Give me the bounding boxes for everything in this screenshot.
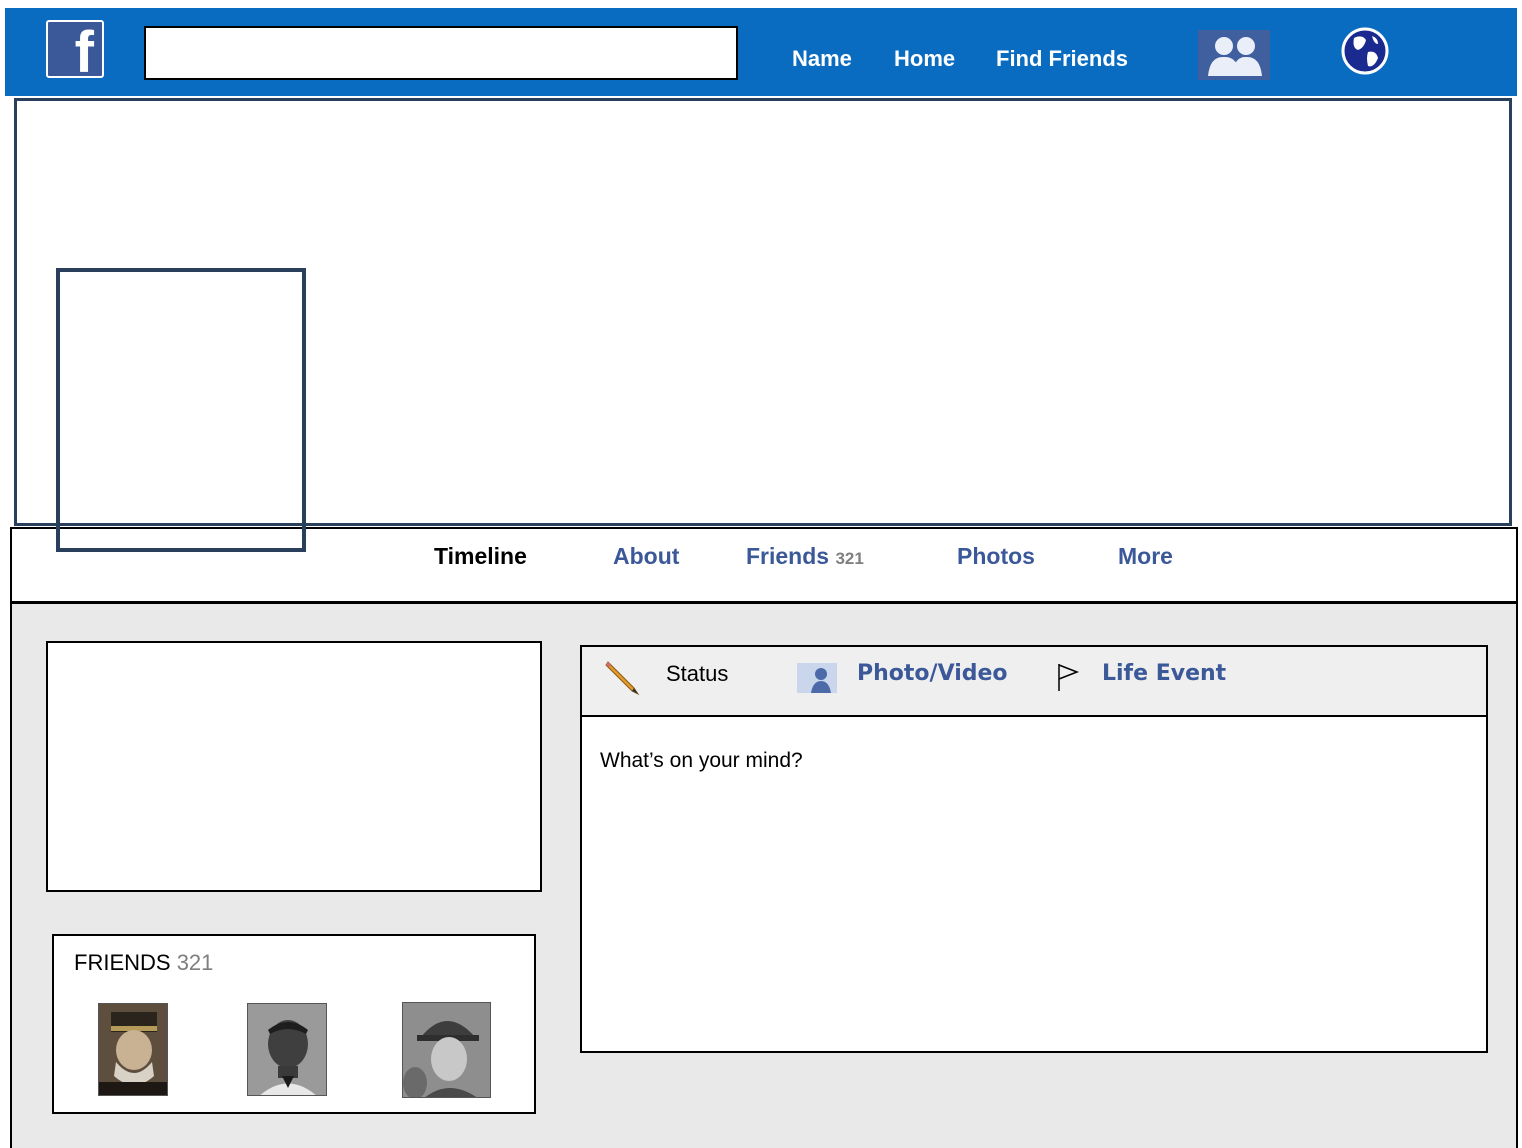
tab-about[interactable]: About — [613, 542, 679, 570]
friends-panel-count: 321 — [176, 950, 214, 975]
friend-photo[interactable] — [98, 1003, 168, 1096]
intro-box — [46, 641, 542, 892]
friend-photo[interactable] — [402, 1002, 491, 1098]
pencil-icon[interactable] — [604, 660, 642, 701]
tab-photos[interactable]: Photos — [957, 542, 1035, 570]
photo-icon[interactable] — [797, 663, 837, 698]
nav-home-link[interactable]: Home — [894, 46, 955, 72]
friend-photo[interactable] — [247, 1003, 327, 1096]
tab-timeline[interactable]: Timeline — [434, 542, 527, 570]
friends-panel-title[interactable]: FRIENDS 321 — [74, 950, 213, 976]
globe-icon[interactable] — [1340, 26, 1390, 76]
nav-name-link[interactable]: Name — [792, 46, 852, 72]
friend-requests-icon[interactable] — [1198, 30, 1270, 80]
facebook-logo-icon[interactable]: f — [46, 20, 104, 78]
tab-more[interactable]: More — [1118, 542, 1173, 570]
flag-icon[interactable] — [1056, 662, 1080, 697]
composer-life-event[interactable]: Life Event — [1102, 660, 1226, 688]
friends-count: 321 — [835, 549, 864, 568]
composer-photo-video[interactable]: Photo/Video — [857, 660, 1008, 688]
tab-friends[interactable]: Friends 321 — [746, 542, 864, 573]
profile-picture[interactable] — [56, 268, 306, 552]
composer-status[interactable]: Status — [666, 660, 728, 688]
nav-find-friends-link[interactable]: Find Friends — [996, 46, 1128, 72]
status-input[interactable]: What’s on your mind? — [600, 748, 803, 774]
search-input[interactable] — [144, 26, 738, 80]
